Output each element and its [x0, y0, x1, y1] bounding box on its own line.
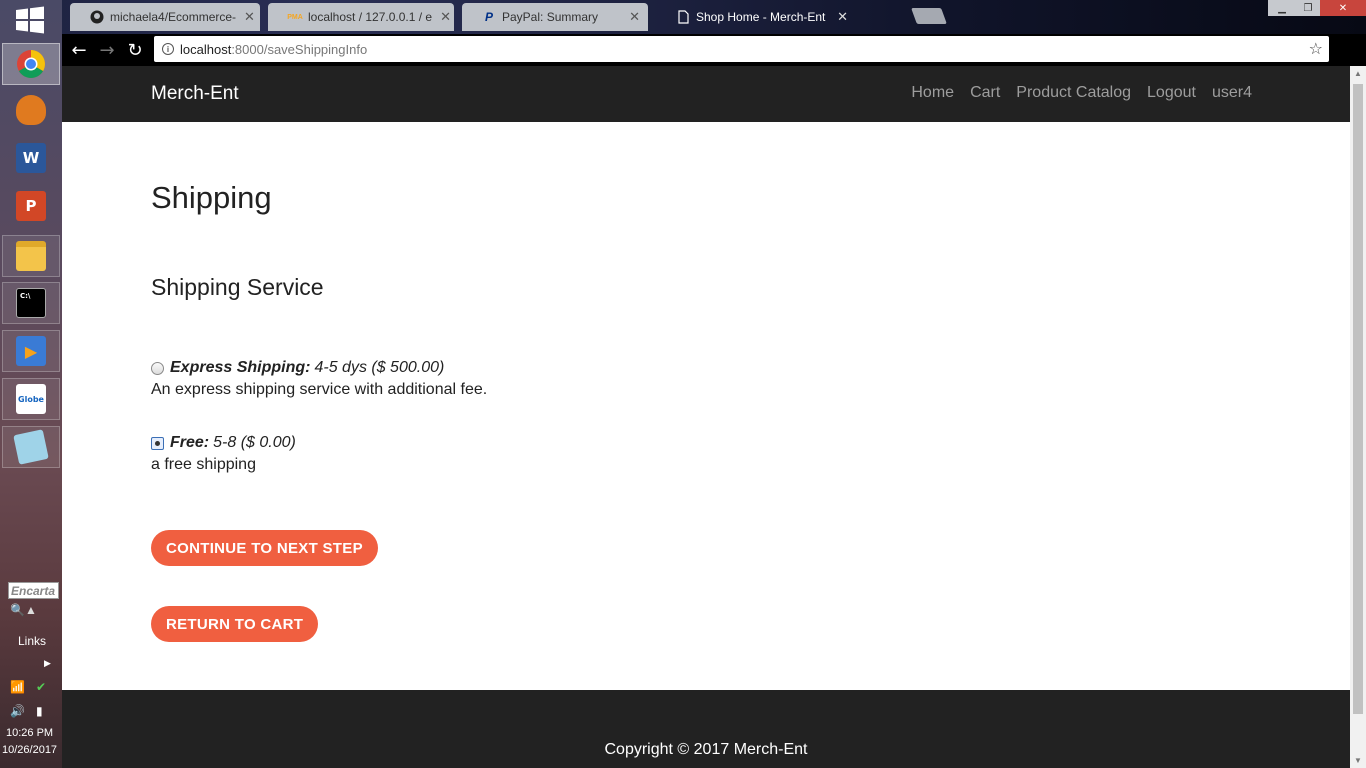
chrome-icon — [17, 50, 45, 78]
scroll-up-icon[interactable]: ▲ — [1354, 69, 1362, 78]
clock-time[interactable]: 10:26 PM — [6, 727, 53, 739]
taskbar-cmd-button[interactable]: C:\ — [2, 282, 60, 324]
windows-taskbar: W P C:\ ▶ Globe Encarta 🔍▲ Links ▶ 📶 ✔ 🔊… — [0, 0, 62, 768]
site-info-icon[interactable]: i — [162, 43, 174, 55]
taskbar-chrome-button[interactable] — [2, 43, 60, 85]
close-tab-icon[interactable]: ✕ — [236, 9, 255, 25]
url-host: localhost — [180, 41, 232, 57]
nav-user[interactable]: user4 — [1212, 84, 1252, 102]
powerpoint-icon: P — [16, 191, 46, 221]
reload-icon[interactable]: ↻ — [124, 39, 146, 61]
taskbar-file-explorer-button[interactable] — [2, 235, 60, 277]
browser-tab-strip: michaela4/Ecommerce- ✕ PMA localhost / 1… — [62, 0, 1366, 34]
phpmyadmin-icon: PMA — [287, 13, 303, 21]
tab-paypal[interactable]: P PayPal: Summary ✕ — [462, 3, 648, 31]
tab-title: michaela4/Ecommerce- — [110, 10, 237, 24]
taskbar-app-button[interactable] — [2, 89, 60, 131]
word-icon: W — [16, 143, 46, 173]
close-tab-icon[interactable]: ✕ — [829, 9, 848, 25]
option-detail: 5-8 ($ 0.00) — [213, 434, 296, 451]
site-footer: Copyright © 2017 Merch-Ent — [62, 690, 1350, 768]
clock-date[interactable]: 10/26/2017 — [2, 744, 57, 756]
option-name: Express Shipping: — [170, 359, 311, 376]
shipping-option-free: Free: 5-8 ($ 0.00) a free shipping — [151, 434, 296, 474]
tab-title: localhost / 127.0.0.1 / e — [308, 10, 433, 24]
shipping-option-express: Express Shipping: 4-5 dys ($ 500.00) An … — [151, 359, 487, 399]
encarta-search-icon[interactable]: 🔍▲ — [10, 603, 37, 617]
forward-arrow-icon[interactable]: → — [96, 39, 118, 61]
encarta-search-input[interactable]: Encarta — [8, 582, 59, 599]
tray-expand-icon[interactable]: ▶ — [44, 658, 51, 669]
close-tab-icon[interactable]: ✕ — [432, 9, 451, 25]
nav-logout[interactable]: Logout — [1147, 84, 1196, 102]
return-to-cart-button[interactable]: RETURN TO CART — [151, 606, 319, 642]
taskbar-notepad-button[interactable] — [2, 426, 60, 468]
minimize-button[interactable]: ▁ — [1268, 0, 1296, 16]
web-page: Merch-Ent Home Cart Product Catalog Logo… — [62, 66, 1350, 768]
taskbar-globe-button[interactable]: Globe — [2, 378, 60, 420]
url-path: :8000/saveShippingInfo — [231, 41, 368, 57]
page-title: Shipping — [151, 180, 272, 215]
windows-logo-icon — [16, 6, 44, 34]
nav-product-catalog[interactable]: Product Catalog — [1016, 84, 1131, 102]
nav-links: Home Cart Product Catalog Logout user4 — [911, 84, 1252, 102]
option-detail: 4-5 dys ($ 500.00) — [314, 359, 445, 376]
option-line: Express Shipping: 4-5 dys ($ 500.00) — [151, 359, 487, 377]
github-icon — [90, 10, 104, 24]
restore-button[interactable]: ❐ — [1294, 0, 1322, 16]
nav-home[interactable]: Home — [911, 84, 954, 102]
close-window-button[interactable]: ✕ — [1320, 0, 1366, 16]
taskbar-powerpoint-button[interactable]: P — [2, 185, 60, 227]
backpack-app-icon — [16, 95, 46, 125]
tab-github[interactable]: michaela4/Ecommerce- ✕ — [70, 3, 260, 31]
close-tab-icon[interactable]: ✕ — [621, 9, 640, 25]
tab-title: PayPal: Summary — [502, 10, 599, 24]
address-bar[interactable]: i localhost:8000/saveShippingInfo ☆ — [154, 36, 1329, 62]
battery-icon[interactable]: ▮ — [36, 704, 43, 718]
option-description: An express shipping service with additio… — [151, 381, 488, 398]
browser-toolbar: ← → ↻ i localhost:8000/saveShippingInfo … — [62, 34, 1366, 66]
media-player-icon: ▶ — [16, 336, 46, 366]
links-toolbar-label[interactable]: Links — [18, 634, 46, 648]
copyright-text: Copyright © 2017 Merch-Ent — [604, 741, 808, 758]
command-prompt-icon: C:\ — [16, 288, 46, 318]
network-icon[interactable]: 📶 — [10, 680, 25, 694]
tab-shop-home[interactable]: Shop Home - Merch-Ent ✕ — [656, 3, 856, 31]
tab-phpmyadmin[interactable]: PMA localhost / 127.0.0.1 / e ✕ — [268, 3, 454, 31]
section-title: Shipping Service — [151, 274, 324, 300]
tab-title: Shop Home - Merch-Ent — [696, 10, 826, 24]
site-brand[interactable]: Merch-Ent — [151, 83, 239, 105]
taskbar-word-button[interactable]: W — [2, 137, 60, 179]
document-icon — [676, 10, 690, 24]
notepad-icon — [13, 429, 49, 465]
back-arrow-icon[interactable]: ← — [68, 39, 90, 61]
free-shipping-radio[interactable] — [151, 436, 164, 450]
volume-icon[interactable]: 🔊 — [10, 704, 25, 718]
folder-icon — [16, 241, 46, 271]
express-shipping-radio[interactable] — [151, 361, 164, 375]
continue-button[interactable]: CONTINUE TO NEXT STEP — [151, 530, 378, 566]
bookmark-star-icon[interactable]: ☆ — [1309, 39, 1323, 58]
scrollbar-thumb[interactable] — [1353, 84, 1363, 714]
option-description: a free shipping — [151, 456, 256, 473]
taskbar-media-button[interactable]: ▶ — [2, 330, 60, 372]
windows-start-button[interactable] — [14, 6, 46, 34]
new-tab-button[interactable] — [911, 8, 947, 24]
page-scrollbar[interactable]: ▲ ▼ — [1350, 66, 1366, 768]
option-name: Free: — [170, 434, 210, 451]
scroll-down-icon[interactable]: ▼ — [1354, 756, 1362, 765]
site-navbar: Merch-Ent Home Cart Product Catalog Logo… — [62, 66, 1350, 122]
paypal-icon: P — [484, 10, 493, 24]
option-line: Free: 5-8 ($ 0.00) — [151, 434, 296, 452]
security-check-icon[interactable]: ✔ — [36, 680, 46, 694]
nav-cart[interactable]: Cart — [970, 84, 1000, 102]
globe-broadband-icon: Globe — [16, 384, 46, 414]
